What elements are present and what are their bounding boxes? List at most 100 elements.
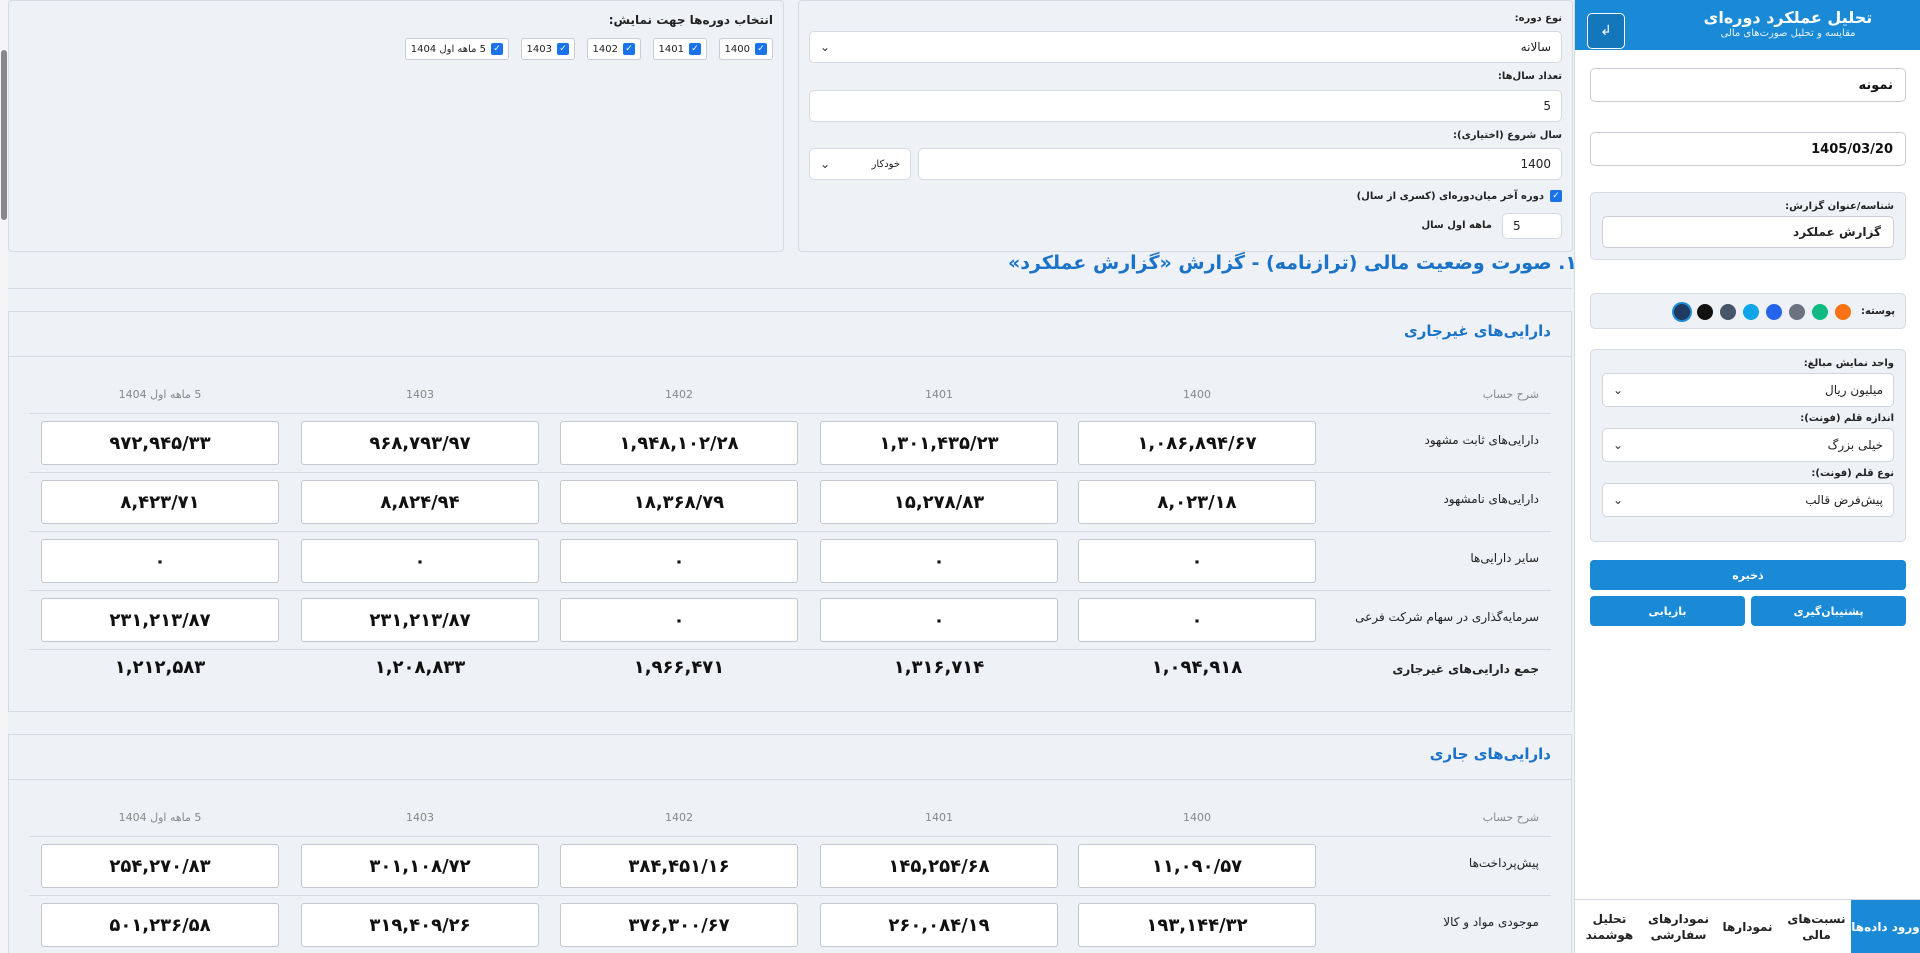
start-year-input[interactable]: 1400 bbox=[918, 148, 1562, 180]
skin-swatch[interactable] bbox=[1811, 304, 1828, 320]
current-assets-section: دارایی‌های جاری شرح حساب 1400 1401 1402 … bbox=[8, 734, 1572, 953]
sidebar-header: تحلیل عملکرد دوره‌ای مقایسه و تحلیل صورت… bbox=[1575, 0, 1920, 50]
skin-swatch[interactable] bbox=[1788, 304, 1805, 320]
value-input[interactable]: ۰ bbox=[1078, 539, 1316, 583]
period-checkbox[interactable]: ✓ bbox=[557, 43, 569, 55]
value-input[interactable]: ۰ bbox=[560, 598, 798, 642]
value-input[interactable]: ۰ bbox=[41, 539, 279, 583]
sidebar: تحلیل عملکرد دوره‌ای مقایسه و تحلیل صورت… bbox=[1574, 0, 1920, 953]
skin-swatch[interactable] bbox=[1673, 304, 1690, 320]
value-input[interactable]: ۳۰۱,۱۰۸/۷۲ bbox=[301, 844, 539, 888]
interim-checkbox[interactable]: ✓ bbox=[1550, 190, 1562, 202]
value-input[interactable]: ۰ bbox=[301, 539, 539, 583]
value-input[interactable]: ۸,۰۲۳/۱۸ bbox=[1078, 480, 1316, 524]
period-chip-1404[interactable]: ✓ 5 ماهه اول 1404 bbox=[404, 38, 509, 60]
section-divider bbox=[9, 779, 1571, 780]
title-divider bbox=[8, 288, 1572, 289]
value-input[interactable]: ۲۳۱,۲۱۳/۸۷ bbox=[301, 598, 539, 642]
column-header-period: 1403 bbox=[406, 388, 434, 401]
value-input[interactable]: ۰ bbox=[820, 539, 1058, 583]
report-title-input[interactable]: گزارش عملکرد bbox=[1602, 216, 1894, 248]
value-input[interactable]: ۰ bbox=[560, 539, 798, 583]
period-checkbox[interactable]: ✓ bbox=[689, 43, 701, 55]
value-input[interactable]: ۱۵,۲۷۸/۸۳ bbox=[820, 480, 1058, 524]
auto-select[interactable]: خودکار ⌄ bbox=[809, 148, 911, 180]
section-title: دارایی‌های جاری bbox=[1429, 745, 1551, 763]
months-input[interactable]: 5 bbox=[1502, 213, 1562, 239]
company-name-input[interactable]: نمونه bbox=[1590, 68, 1906, 102]
period-checkbox[interactable]: ✓ bbox=[623, 43, 635, 55]
total-value: ۱,۲۰۸,۸۳۳ bbox=[374, 657, 466, 678]
row-divider bbox=[29, 590, 1551, 591]
value-input[interactable]: ۱,۳۰۱,۴۳۵/۲۳ bbox=[820, 421, 1058, 465]
value-input[interactable]: ۳۷۶,۳۰۰/۶۷ bbox=[560, 903, 798, 947]
report-title-card: شناسه/عنوان گزارش: گزارش عملکرد bbox=[1590, 192, 1906, 260]
skin-swatch[interactable] bbox=[1765, 304, 1782, 320]
value-input[interactable]: ۳۸۴,۴۵۱/۱۶ bbox=[560, 844, 798, 888]
column-header-period: 1400 bbox=[1183, 388, 1211, 401]
value-input[interactable]: ۲۳۱,۲۱۳/۸۷ bbox=[41, 598, 279, 642]
collapse-sidebar-button[interactable]: ↲ bbox=[1587, 13, 1625, 49]
report-date-input[interactable]: 1405/03/20 bbox=[1590, 132, 1906, 166]
value-input[interactable]: ۲۶۰,۰۸۴/۱۹ bbox=[820, 903, 1058, 947]
tab-charts[interactable]: نمودارها bbox=[1713, 900, 1782, 953]
value-input[interactable]: ۸,۸۲۴/۹۴ bbox=[301, 480, 539, 524]
period-chip-1403[interactable]: ✓ 1403 bbox=[520, 38, 575, 60]
page-scrollbar[interactable] bbox=[0, 0, 8, 953]
tab-smart-analysis[interactable]: تحلیل هوشمند bbox=[1575, 900, 1644, 953]
value-input[interactable]: ۲۵۴,۲۷۰/۸۳ bbox=[41, 844, 279, 888]
skin-swatch[interactable] bbox=[1834, 304, 1851, 320]
years-count-input[interactable]: 5 bbox=[809, 90, 1562, 122]
value-input[interactable]: ۱۱,۰۹۰/۵۷ bbox=[1078, 844, 1316, 888]
value-input[interactable]: ۱۸,۳۶۸/۷۹ bbox=[560, 480, 798, 524]
period-chip-label: 5 ماهه اول 1404 bbox=[410, 43, 486, 55]
tab-custom-charts[interactable]: نمودارهای سفارشی bbox=[1644, 900, 1713, 953]
column-header-period: 1403 bbox=[406, 811, 434, 824]
value-input[interactable]: ۱,۰۸۶,۸۹۴/۶۷ bbox=[1078, 421, 1316, 465]
skin-swatch[interactable] bbox=[1742, 304, 1759, 320]
total-value: ۱,۳۱۶,۷۱۴ bbox=[893, 657, 985, 678]
font-type-select-value: پیش‌فرض قالب bbox=[1805, 493, 1883, 507]
period-checkbox[interactable]: ✓ bbox=[491, 43, 503, 55]
save-button[interactable]: ذخیره bbox=[1590, 560, 1906, 590]
restore-button[interactable]: بازیابی bbox=[1590, 596, 1745, 626]
auto-select-value: خودکار bbox=[871, 158, 900, 170]
value-input[interactable]: ۰ bbox=[1078, 598, 1316, 642]
font-type-select[interactable]: پیش‌فرض قالب ⌄ bbox=[1602, 483, 1894, 517]
period-chip-1400[interactable]: ✓ 1400 bbox=[718, 38, 773, 60]
value-input[interactable]: ۱۹۳,۱۴۴/۳۲ bbox=[1078, 903, 1316, 947]
row-divider bbox=[29, 649, 1551, 650]
period-chip-1402[interactable]: ✓ 1402 bbox=[586, 38, 641, 60]
total-value: ۱,۹۶۶,۴۷۱ bbox=[633, 657, 725, 678]
page-title: ۱. صورت وضعیت مالی (ترازنامه) - گزارش «گ… bbox=[1008, 252, 1577, 274]
value-input[interactable]: ۱,۹۴۸,۱۰۲/۲۸ bbox=[560, 421, 798, 465]
period-type-select[interactable]: سالانه ⌄ bbox=[809, 31, 1562, 63]
period-chip-1401[interactable]: ✓ 1401 bbox=[652, 38, 707, 60]
row-divider bbox=[29, 413, 1551, 414]
value-input[interactable]: ۱۴۵,۲۵۴/۶۸ bbox=[820, 844, 1058, 888]
unit-label: واحد نمایش مبالغ: bbox=[1803, 358, 1894, 369]
value-input[interactable]: ۹۶۸,۷۹۳/۹۷ bbox=[301, 421, 539, 465]
value-input[interactable]: ۳۱۹,۴۰۹/۲۶ bbox=[301, 903, 539, 947]
value-input[interactable]: ۵۰۱,۲۳۶/۵۸ bbox=[41, 903, 279, 947]
period-checkbox[interactable]: ✓ bbox=[755, 43, 767, 55]
row-label: دارایی‌های ثابت مشهود bbox=[1424, 433, 1539, 447]
backup-button[interactable]: پشتیبان‌گیری bbox=[1751, 596, 1906, 626]
collapse-icon: ↲ bbox=[1600, 23, 1612, 39]
scrollbar-thumb[interactable] bbox=[1, 50, 7, 220]
tab-data-entry[interactable]: ورود داده‌ها bbox=[1851, 900, 1920, 953]
value-input[interactable]: ۰ bbox=[820, 598, 1058, 642]
section-divider bbox=[9, 356, 1571, 357]
value-input[interactable]: ۹۷۲,۹۴۵/۳۳ bbox=[41, 421, 279, 465]
font-size-select[interactable]: خیلی بزرگ ⌄ bbox=[1602, 428, 1894, 462]
tab-financial-ratios[interactable]: نسبت‌های مالی bbox=[1782, 900, 1851, 953]
unit-select[interactable]: میلیون ریال ⌄ bbox=[1602, 373, 1894, 407]
app-title: تحلیل عملکرد دوره‌ای bbox=[1703, 8, 1873, 27]
period-chip-label: 1403 bbox=[526, 43, 552, 55]
display-settings-card: واحد نمایش مبالغ: میلیون ریال ⌄ اندازه قل… bbox=[1590, 349, 1906, 542]
interim-row: ✓ دوره آخر میان‌دوره‌ای (کسری از سال) bbox=[1357, 190, 1562, 202]
value-input[interactable]: ۸,۴۲۳/۷۱ bbox=[41, 480, 279, 524]
skin-swatch[interactable] bbox=[1719, 304, 1736, 320]
row-divider bbox=[29, 836, 1551, 837]
skin-swatch[interactable] bbox=[1696, 304, 1713, 320]
